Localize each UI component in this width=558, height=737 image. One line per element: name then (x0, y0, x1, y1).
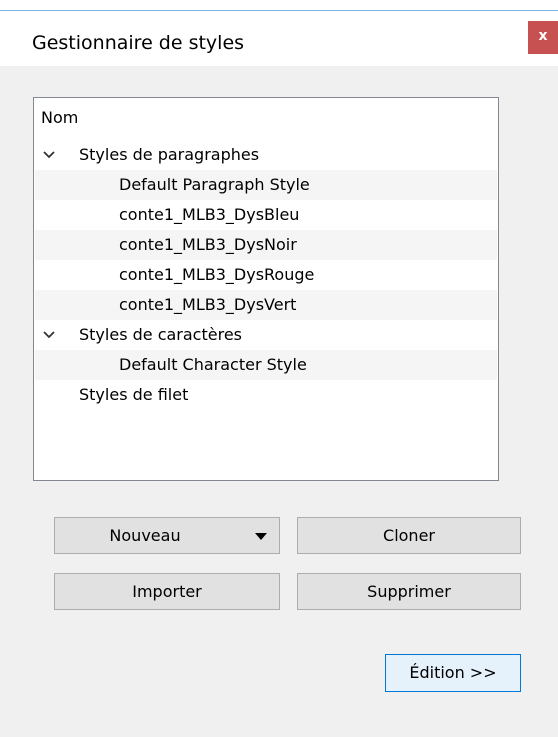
tree-column-header: Nom (41, 108, 79, 127)
tree-category-paragraph-styles[interactable]: Styles de paragraphes (35, 140, 497, 170)
tree-row-label: conte1_MLB3_DysBleu (119, 205, 300, 224)
edit-button[interactable]: Édition >> (385, 654, 521, 692)
tree-category-character-styles[interactable]: Styles de caractères (35, 320, 497, 350)
tree-row-label: conte1_MLB3_DysRouge (119, 265, 315, 284)
tree-category-line-styles[interactable]: Styles de filet (35, 380, 497, 410)
tree-row-label: conte1_MLB3_DysNoir (119, 235, 297, 254)
tree-item-style[interactable]: conte1_MLB3_DysRouge (35, 260, 497, 290)
new-button[interactable]: Nouveau (54, 517, 280, 554)
tree-row-label: Default Paragraph Style (119, 175, 310, 194)
clone-button[interactable]: Cloner (297, 517, 521, 554)
tree-row-label: Styles de paragraphes (79, 145, 260, 164)
chevron-down-icon[interactable] (42, 328, 56, 342)
close-button[interactable]: x (528, 21, 558, 54)
close-icon: x (538, 28, 548, 44)
dropdown-arrow-icon[interactable] (255, 533, 267, 540)
tree-row-label: conte1_MLB3_DysVert (119, 295, 297, 314)
styles-tree[interactable]: Nom Styles de paragraphes Default Paragr… (33, 97, 499, 481)
import-button[interactable]: Importer (54, 573, 280, 610)
tree-row-label: Styles de filet (79, 385, 189, 404)
tree-item-style[interactable]: conte1_MLB3_DysNoir (35, 230, 497, 260)
new-button-label: Nouveau (109, 526, 181, 545)
tree-item-style[interactable]: Default Paragraph Style (35, 170, 497, 200)
title-bar[interactable]: Gestionnaire de styles (0, 11, 558, 66)
tree-item-style[interactable]: conte1_MLB3_DysBleu (35, 200, 497, 230)
delete-button[interactable]: Supprimer (297, 573, 521, 610)
chevron-down-icon[interactable] (42, 148, 56, 162)
window-title: Gestionnaire de styles (32, 32, 245, 54)
tree-item-style[interactable]: conte1_MLB3_DysVert (35, 290, 497, 320)
tree-row-label: Default Character Style (119, 355, 307, 374)
tree-item-style[interactable]: Default Character Style (35, 350, 497, 380)
tree-row-label: Styles de caractères (79, 325, 242, 344)
